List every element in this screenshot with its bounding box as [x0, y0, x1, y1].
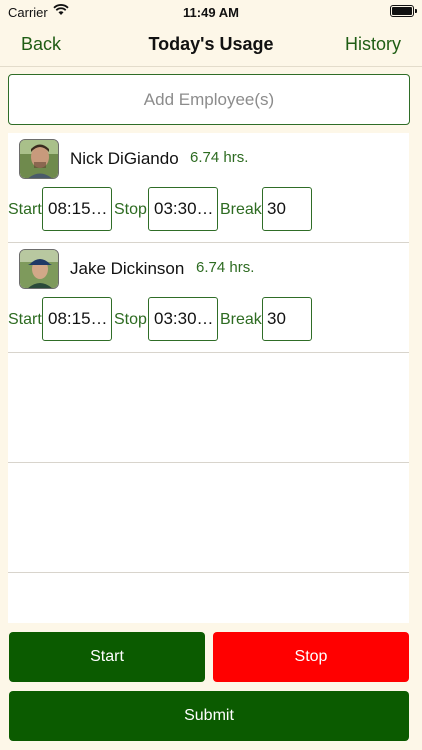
employee-row-nick: Nick DiGiando 6.74 hrs. Start 08:15… Sto… [8, 133, 409, 243]
start-label: Start [8, 201, 42, 218]
navigation-bar: Back Today's Usage History [0, 26, 422, 67]
start-label: Start [8, 311, 42, 328]
add-employee-button[interactable]: Add Employee(s) [8, 74, 410, 125]
avatar [19, 249, 59, 289]
start-time-field[interactable]: 08:15… [42, 187, 112, 231]
stop-time-field[interactable]: 03:30… [148, 297, 218, 341]
employee-list: Nick DiGiando 6.74 hrs. Start 08:15… Sto… [8, 133, 409, 623]
start-time-field[interactable]: 08:15… [42, 297, 112, 341]
employee-name: Jake Dickinson [70, 259, 185, 278]
break-label: Break [220, 311, 262, 328]
hours-label: 6.74 hrs. [196, 259, 255, 276]
avatar [19, 139, 59, 179]
status-bar: Carrier 11:49 AM [0, 0, 422, 26]
stop-label: Stop [114, 201, 147, 218]
empty-row [8, 353, 409, 463]
break-label: Break [220, 201, 262, 218]
break-field[interactable]: 30 [262, 297, 312, 341]
break-field[interactable]: 30 [262, 187, 312, 231]
history-button[interactable]: History [345, 34, 401, 55]
start-button[interactable]: Start [9, 632, 205, 682]
battery-icon [390, 5, 417, 17]
stop-time-field[interactable]: 03:30… [148, 187, 218, 231]
hours-label: 6.74 hrs. [190, 149, 249, 166]
stop-button[interactable]: Stop [213, 632, 409, 682]
empty-row [8, 463, 409, 573]
stop-label: Stop [114, 311, 147, 328]
employee-name: Nick DiGiando [70, 149, 179, 168]
employee-row-jake: Jake Dickinson 6.74 hrs. Start 08:15… St… [8, 243, 409, 353]
status-time: 11:49 AM [183, 5, 239, 20]
submit-button[interactable]: Submit [9, 691, 409, 741]
